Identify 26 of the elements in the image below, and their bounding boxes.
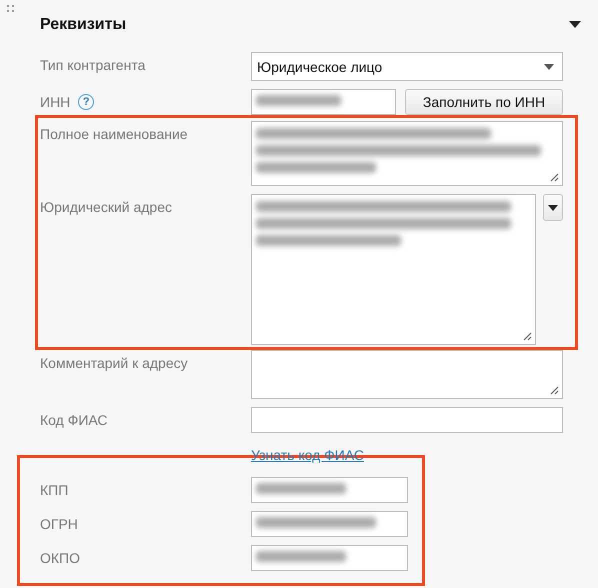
field-label: Тип контрагента [40, 57, 146, 73]
field-label: Код ФИАС [40, 412, 108, 428]
dropdown-button[interactable] [543, 194, 563, 221]
input-field[interactable] [251, 407, 563, 433]
help-icon[interactable]: ? [78, 94, 94, 110]
input-field[interactable] [251, 545, 408, 571]
field-label: ОКПО [40, 550, 80, 566]
fill-button[interactable]: Заполнить по ИНН [405, 89, 563, 115]
input-field[interactable] [251, 477, 408, 503]
field-label: Комментарий к адресу [40, 355, 188, 371]
field-label: ИНН [40, 94, 70, 110]
dropdown-field[interactable]: Юридическое лицо [251, 52, 563, 81]
field-label: Юридический адрес [40, 199, 172, 215]
collapse-toggle-icon[interactable] [569, 21, 581, 29]
caret-icon [544, 64, 554, 70]
resize-handle-icon[interactable] [549, 385, 559, 395]
field-label: КПП [40, 482, 68, 498]
caret-icon [548, 204, 558, 210]
resize-handle-icon[interactable] [522, 331, 532, 341]
input-field[interactable] [251, 511, 408, 537]
drag-handle-icon[interactable] [7, 5, 14, 12]
section-title: Реквизиты [40, 16, 126, 34]
resize-handle-icon[interactable] [549, 172, 559, 182]
field-label: ОГРН [40, 516, 78, 532]
field-label: Полное наименование [40, 126, 188, 142]
input-field[interactable] [251, 89, 396, 115]
